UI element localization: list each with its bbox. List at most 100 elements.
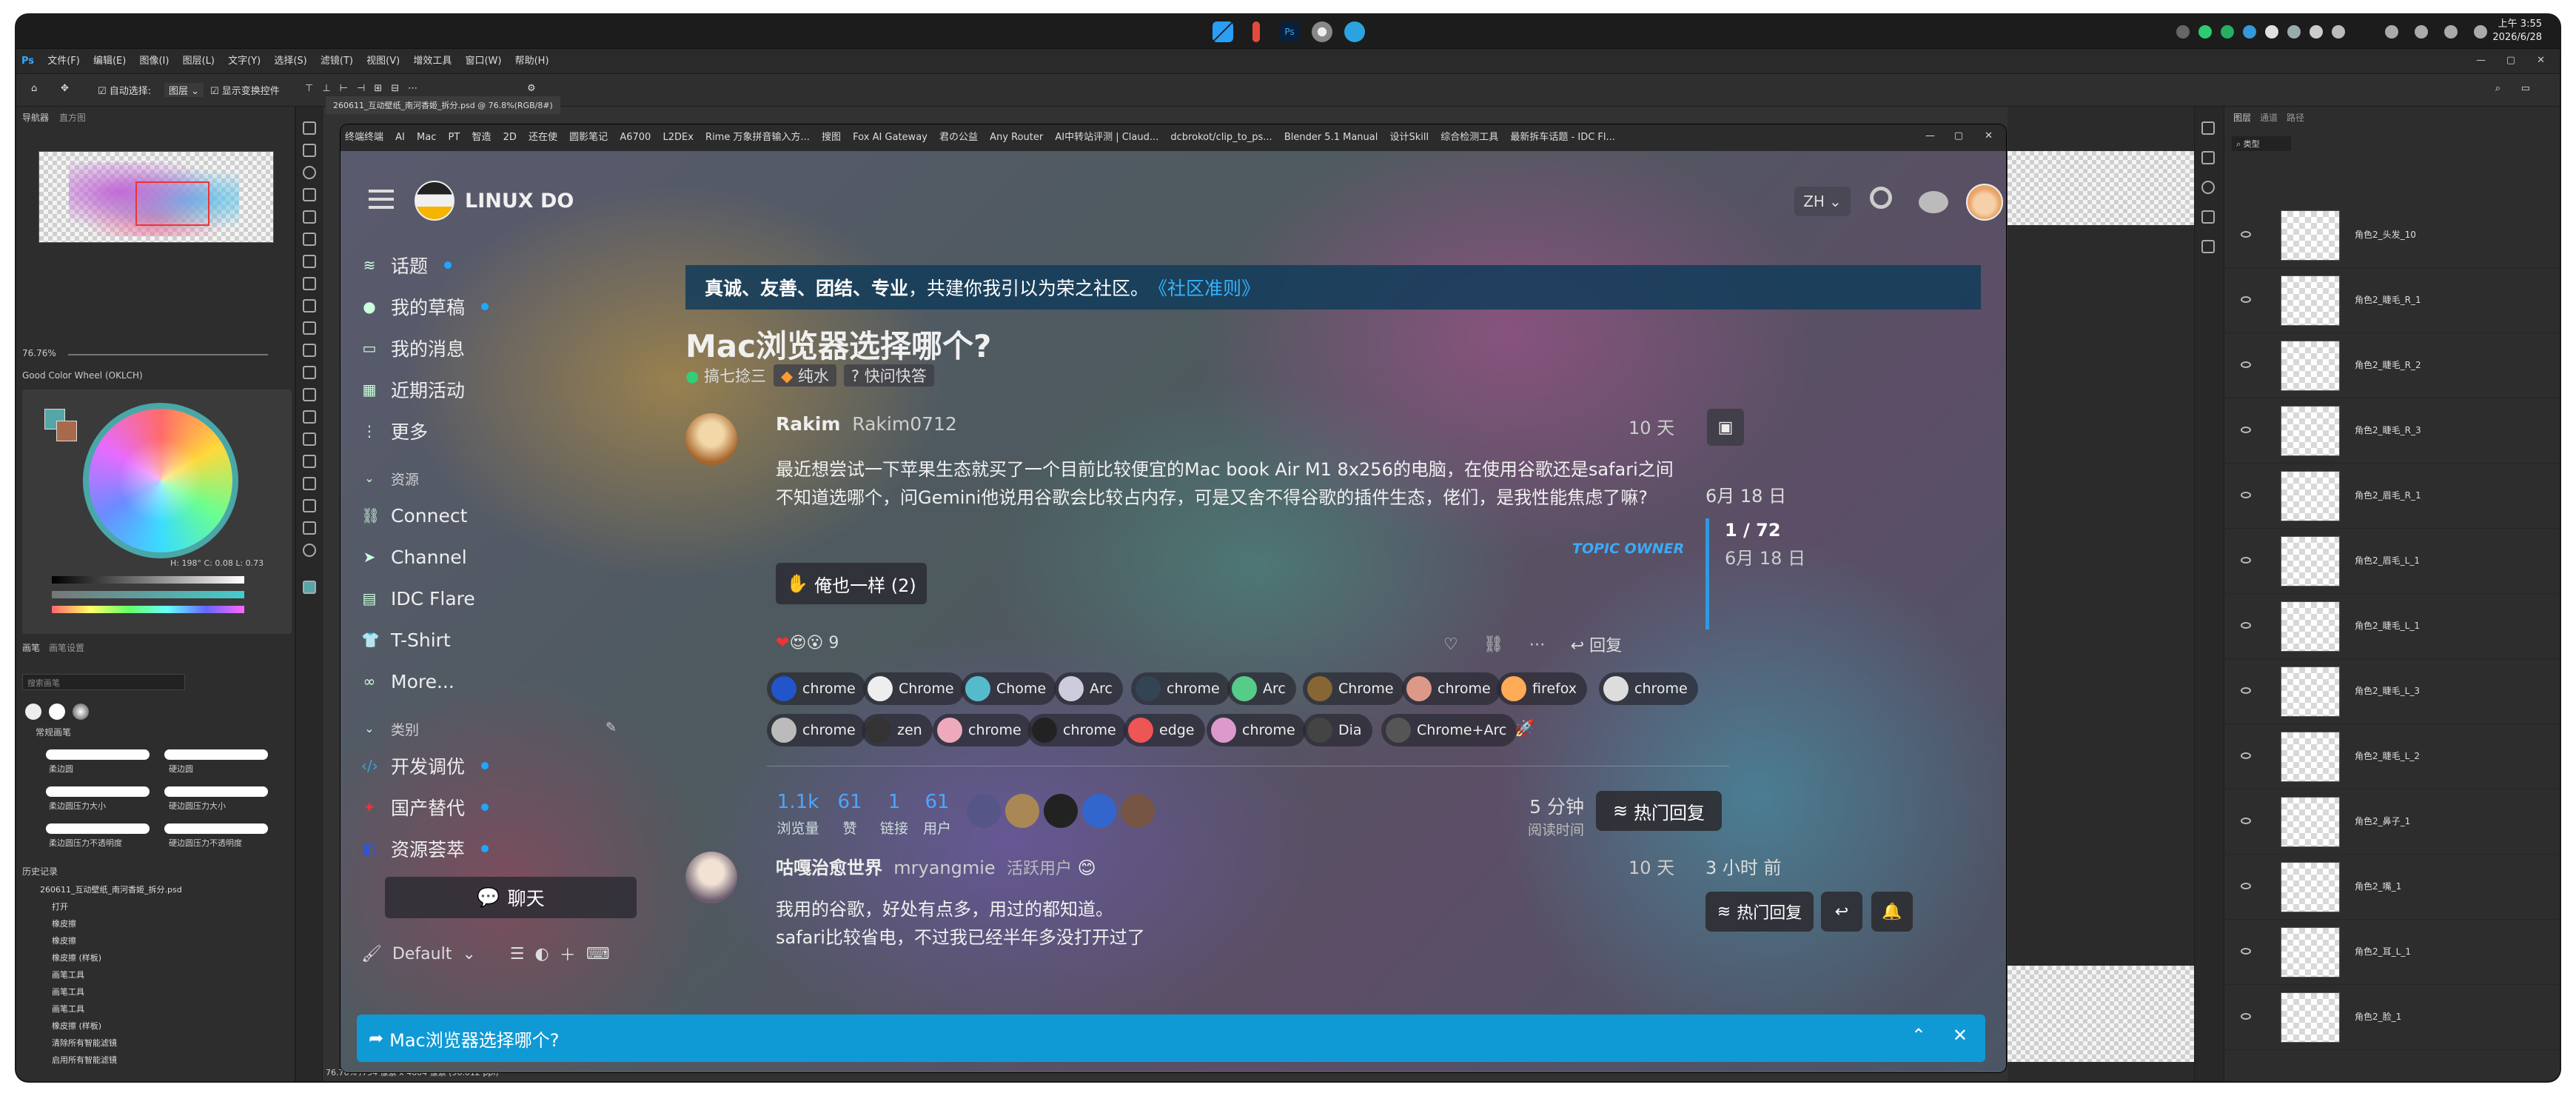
bookmark[interactable]: 设计Skill xyxy=(1386,124,1434,151)
crop-tool-icon[interactable] xyxy=(303,210,316,224)
layer-row[interactable]: 角色2_耳_L_1 xyxy=(2224,920,2560,985)
participant-avatar[interactable] xyxy=(1082,794,1116,828)
reaction-chip[interactable]: chrome xyxy=(933,714,1032,746)
navigator-view-box[interactable] xyxy=(135,181,209,226)
background-swatch[interactable] xyxy=(56,421,77,441)
hamburger-menu-icon[interactable] xyxy=(369,190,394,209)
brush-search-input[interactable]: 搜索画笔 xyxy=(22,674,185,690)
tray-app-icon[interactable] xyxy=(2243,25,2256,39)
sidebar-section-categories[interactable]: ⌄ 类别 xyxy=(361,714,419,744)
share-link-icon[interactable]: ⛓ xyxy=(1483,635,1504,654)
history-item[interactable]: 清除所有智能滤镜 xyxy=(22,1035,289,1052)
history-item[interactable]: 画笔工具 xyxy=(22,1000,289,1018)
window-close-button[interactable]: ✕ xyxy=(2537,55,2545,66)
menu-image[interactable]: 图像(I) xyxy=(134,49,174,74)
align-icons[interactable]: ⊤⊥⊢⊣⊞⊟⋯ xyxy=(305,83,426,94)
visibility-eye-icon[interactable] xyxy=(2241,883,2251,889)
search-icon[interactable] xyxy=(1870,187,1892,209)
menu-select[interactable]: 选择(S) xyxy=(269,49,312,74)
stamp-tool-icon[interactable] xyxy=(303,299,316,313)
home-icon[interactable]: ⌂ xyxy=(31,83,37,94)
bookmark[interactable]: 综合检测工具 xyxy=(1436,124,1503,151)
bookmark-folder[interactable]: 2D xyxy=(499,124,521,151)
footer-notification-button[interactable]: 🔔 xyxy=(1871,892,1913,932)
visibility-eye-icon[interactable] xyxy=(2241,361,2251,368)
sidebar-link-channel[interactable]: ➤ Channel xyxy=(361,542,467,572)
eraser-tool-icon[interactable] xyxy=(303,344,316,357)
footer-reply-button[interactable]: ↩ xyxy=(1821,892,1862,932)
bookmark[interactable]: 还在使 xyxy=(524,124,562,151)
menu-plugins[interactable]: 增效工具 xyxy=(408,49,457,74)
histogram-tab[interactable]: 直方图 xyxy=(59,111,86,124)
chat-bubble-icon[interactable] xyxy=(1919,191,1948,213)
menu-type[interactable]: 文字(Y) xyxy=(223,49,266,74)
sidebar-section-resources[interactable]: ⌄ 资源 xyxy=(361,464,419,493)
reaction-chip[interactable]: Chrome xyxy=(863,672,965,705)
menu-filter[interactable]: 滤镜(T) xyxy=(315,49,358,74)
marquee-tool-icon[interactable] xyxy=(303,144,316,157)
layer-mode-select[interactable]: 图层 ⌄ xyxy=(164,83,204,97)
category-tag[interactable]: ● 搞七捻三 xyxy=(685,364,766,387)
sidebar-category-resources[interactable]: ◧ 资源荟萃 xyxy=(361,834,489,863)
paths-tab[interactable]: 路径 xyxy=(2287,111,2304,124)
history-item[interactable]: 橡皮擦 xyxy=(22,915,289,932)
lightness-slider[interactable] xyxy=(52,576,244,584)
timeline-top-date[interactable]: 6月 18 日 xyxy=(1705,481,1786,507)
lasso-tool-icon[interactable] xyxy=(303,166,316,179)
color-wheel[interactable] xyxy=(83,403,238,558)
reaction-chip[interactable]: chrome xyxy=(1131,672,1230,705)
volume-icon[interactable] xyxy=(2474,25,2487,39)
window-maximize-button[interactable]: ▢ xyxy=(2506,55,2515,66)
bookmark-folder[interactable]: Mac xyxy=(412,124,440,151)
bookmark[interactable]: Fox AI Gateway xyxy=(848,124,932,151)
tray-app-icon[interactable] xyxy=(2198,25,2212,39)
sidebar-category-dev[interactable]: ‹/› 开发调优 xyxy=(361,751,489,781)
top-replies-button[interactable]: ≋ 热门回复 xyxy=(1596,791,1722,831)
window-minimize-button[interactable]: — xyxy=(2476,55,2486,66)
timeline-position[interactable]: 1 / 72 xyxy=(1725,520,1781,541)
menu-view[interactable]: 视图(V) xyxy=(361,49,405,74)
brush-name[interactable]: 柔边圆压力大小 xyxy=(49,800,106,812)
post-author[interactable]: Rakim Rakim0712 xyxy=(776,413,957,435)
layer-row[interactable]: 角色2_睫毛_L_1 xyxy=(2224,594,2560,659)
brush-presets[interactable] xyxy=(24,699,194,724)
reaction-chip[interactable]: Chome xyxy=(961,672,1057,705)
bookmark-folder[interactable]: AI xyxy=(391,124,409,151)
chroma-slider[interactable] xyxy=(52,591,244,598)
history-doc[interactable]: 260611_互动壁纸_南河香姬_拆分.psd xyxy=(22,881,289,898)
visibility-eye-icon[interactable] xyxy=(2241,1013,2251,1020)
visibility-eye-icon[interactable] xyxy=(2241,492,2251,498)
bookmark[interactable]: 最新拆车话题 - IDC Fl... xyxy=(1506,124,1620,151)
layer-row[interactable]: 角色2_睫毛_R_1 xyxy=(2224,268,2560,333)
tag-chip[interactable]: ? 快问快答 xyxy=(843,364,934,387)
reaction-summary[interactable]: ❤😍😮 9 xyxy=(776,634,839,652)
ime-icon[interactable] xyxy=(2415,25,2428,39)
layer-kind-filter[interactable]: ⌕ 类型 xyxy=(2232,136,2291,151)
app-icon-red[interactable] xyxy=(1252,21,1260,42)
microphone-icon[interactable] xyxy=(2385,25,2398,39)
layer-row[interactable]: 角色2_睫毛_R_2 xyxy=(2224,333,2560,398)
bookmark-post-button[interactable]: ▣ xyxy=(1707,409,1744,446)
site-logo-text[interactable]: LINUX DO xyxy=(465,190,574,213)
history-item[interactable]: 打开 xyxy=(22,898,289,915)
layer-row[interactable]: 角色2_睫毛_L_2 xyxy=(2224,724,2560,789)
zoom-slider[interactable] xyxy=(68,354,268,355)
info-icon[interactable] xyxy=(2201,181,2215,194)
settings-icon[interactable]: ⚙ xyxy=(527,83,536,94)
color-swatches-icon[interactable] xyxy=(303,581,316,594)
history-item[interactable]: 画笔工具 xyxy=(22,966,289,983)
menu-layer[interactable]: 图层(L) xyxy=(178,49,220,74)
expand-up-icon[interactable]: ⌃ xyxy=(1911,1025,1926,1046)
panel-icon[interactable] xyxy=(2201,121,2215,135)
topic-footer-bar[interactable]: ➦ Mac浏览器选择哪个? ⌃ ✕ xyxy=(357,1015,1985,1062)
gradient-tool-icon[interactable] xyxy=(303,366,316,379)
brush-name[interactable]: 硬边圆压力不透明度 xyxy=(169,837,242,849)
post-avatar[interactable] xyxy=(685,852,737,903)
zoom-tool-icon[interactable] xyxy=(303,544,316,557)
brush-preset-dot[interactable] xyxy=(73,704,89,720)
path-select-icon[interactable] xyxy=(303,477,316,490)
history-item[interactable]: 橡皮擦 (样板) xyxy=(22,949,289,966)
sidebar-category-domestic[interactable]: ✦ 国产替代 xyxy=(361,792,489,822)
play-icon[interactable] xyxy=(2201,210,2215,224)
bookmark[interactable]: Any Router xyxy=(985,124,1047,151)
